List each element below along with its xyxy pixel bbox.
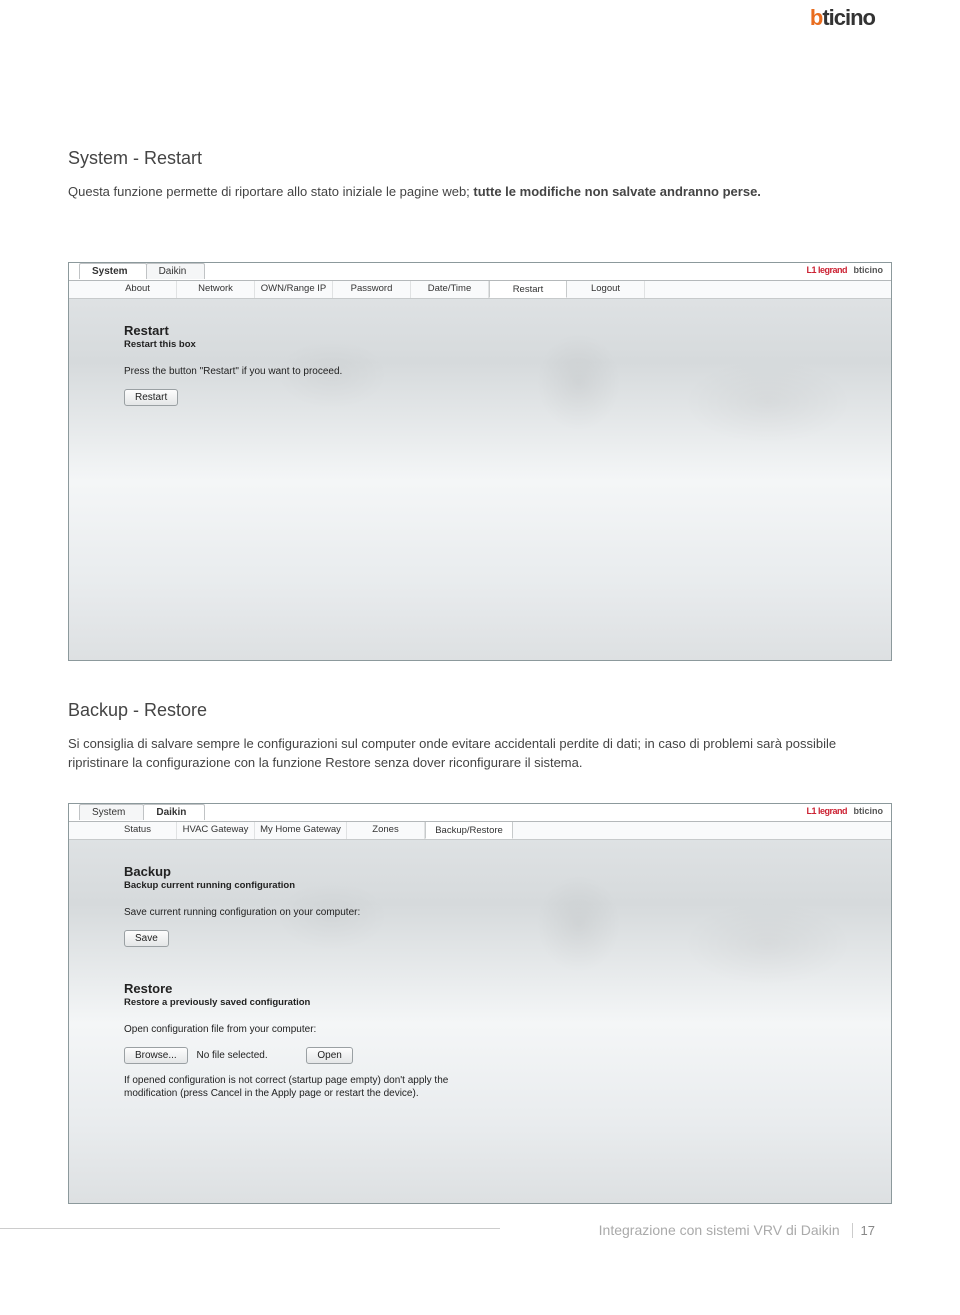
logo-bticino-2: bticino [854, 806, 884, 816]
sub-tabs: About Network OWN/Range IP Password Date… [69, 281, 891, 299]
brand-text: ticino [822, 5, 875, 30]
top-tabs-2: System Daikin L1 legrand bticino [69, 804, 891, 822]
subtab-about[interactable]: About [99, 280, 177, 298]
subtab-datetime[interactable]: Date/Time [411, 280, 489, 298]
browse-button[interactable]: Browse... [124, 1047, 188, 1064]
restart-heading: Restart [124, 323, 836, 338]
page-footer: Integrazione con sistemi VRV di Daikin 1… [0, 1222, 960, 1240]
backup-heading: Backup [124, 864, 836, 879]
file-selected-label: No file selected. [196, 1050, 267, 1061]
tab-logos: L1 legrand bticino [806, 265, 883, 275]
sub-tabs-2: Status HVAC Gateway My Home Gateway Zone… [69, 822, 891, 840]
subtab-network[interactable]: Network [177, 280, 255, 298]
subtab-hvac[interactable]: HVAC Gateway [177, 821, 255, 839]
subtab-restart[interactable]: Restart [489, 280, 567, 298]
section-restart-title: System - Restart [68, 148, 892, 169]
backup-line: Save current running configuration on yo… [124, 907, 836, 918]
desc-text-b: tutte le modifiche non salvate andranno … [473, 184, 761, 199]
screenshot-restart: System Daikin L1 legrand bticino About N… [68, 262, 892, 661]
tab-daikin-2[interactable]: Daikin [143, 804, 205, 820]
brand-icon: b [810, 5, 822, 31]
restore-line: Open configuration file from your comput… [124, 1024, 836, 1035]
subtab-logout[interactable]: Logout [567, 280, 645, 298]
tab-logos-2: L1 legrand bticino [806, 806, 883, 816]
restart-button[interactable]: Restart [124, 389, 178, 406]
brand-logo: bticino [810, 5, 875, 31]
restore-heading: Restore [124, 981, 836, 996]
subtab-own[interactable]: OWN/Range IP [255, 280, 333, 298]
screenshot-backup: System Daikin L1 legrand bticino Status … [68, 803, 892, 1204]
subtab-status[interactable]: Status [99, 821, 177, 839]
restart-subheading: Restart this box [124, 339, 836, 350]
save-button[interactable]: Save [124, 930, 169, 947]
section-backup-desc: Si consiglia di salvare sempre le config… [68, 735, 892, 773]
subtab-backup[interactable]: Backup/Restore [425, 821, 513, 839]
footer-page-number: 17 [852, 1223, 875, 1238]
panel-restart: Restart Restart this box Press the butto… [69, 299, 891, 430]
subtab-password[interactable]: Password [333, 280, 411, 298]
section-backup-title: Backup - Restore [68, 700, 892, 721]
panel-backup: Backup Backup current running configurat… [69, 840, 891, 1136]
restore-note: If opened configuration is not correct (… [124, 1074, 464, 1100]
footer-rule [0, 1228, 500, 1229]
logo-bticino: bticino [854, 265, 884, 275]
footer-title: Integrazione con sistemi VRV di Daikin [599, 1222, 840, 1238]
top-tabs: System Daikin L1 legrand bticino [69, 263, 891, 281]
open-button[interactable]: Open [306, 1047, 352, 1064]
backup-subheading: Backup current running configuration [124, 880, 836, 891]
logo-legrand: L1 legrand [806, 265, 847, 275]
tab-system-2[interactable]: System [79, 804, 144, 820]
restart-instruction: Press the button "Restart" if you want t… [124, 366, 836, 377]
tab-system[interactable]: System [79, 263, 147, 279]
desc-text-a: Questa funzione permette di riportare al… [68, 184, 473, 199]
restore-subheading: Restore a previously saved configuration [124, 997, 836, 1008]
subtab-zones[interactable]: Zones [347, 821, 425, 839]
section-restart-desc: Questa funzione permette di riportare al… [68, 183, 892, 202]
tab-daikin[interactable]: Daikin [146, 263, 206, 279]
logo-legrand-2: L1 legrand [806, 806, 847, 816]
footer-text: Integrazione con sistemi VRV di Daikin 1… [599, 1222, 875, 1238]
subtab-myhome[interactable]: My Home Gateway [255, 821, 347, 839]
